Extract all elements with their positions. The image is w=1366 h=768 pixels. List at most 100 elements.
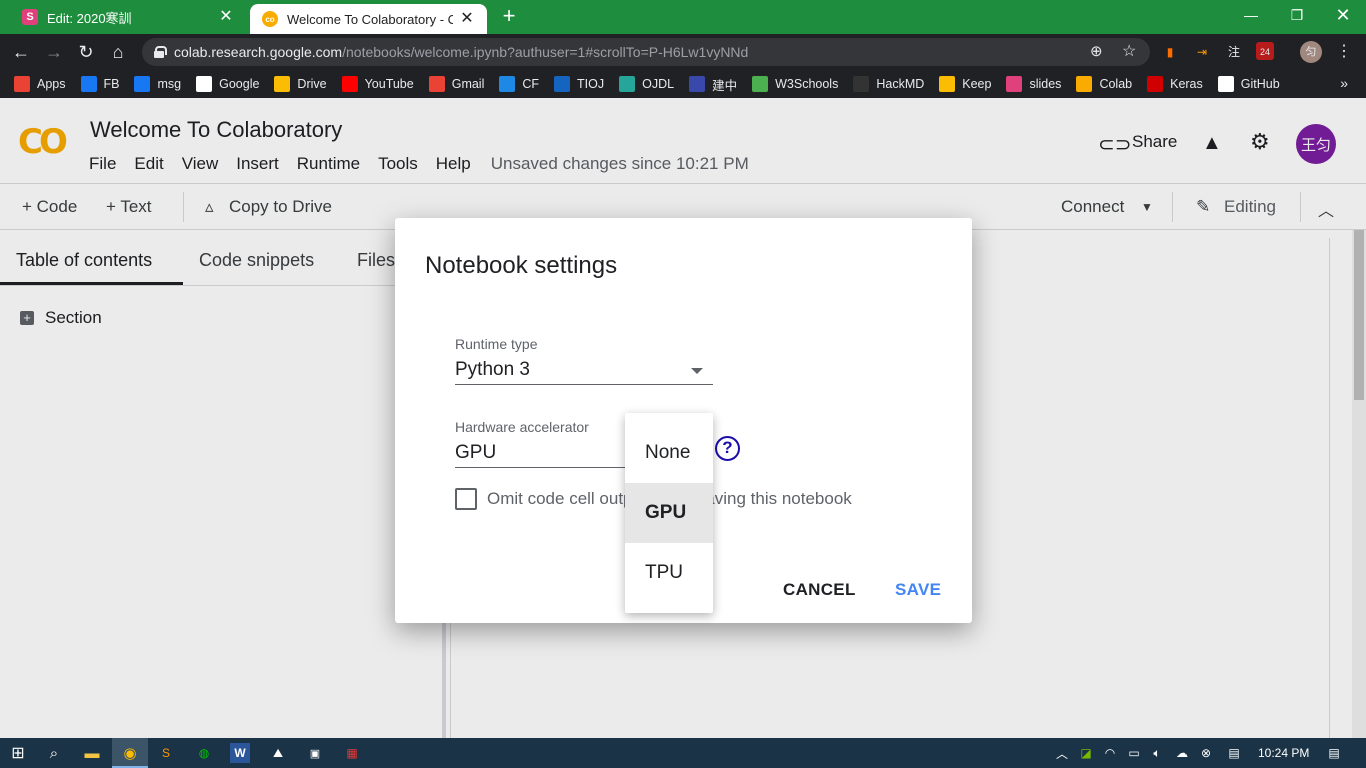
option-gpu[interactable]: GPU <box>625 483 713 543</box>
bookmark-tioj[interactable]: TIOJ <box>554 76 604 92</box>
bookmark-msg[interactable]: msg <box>134 76 181 92</box>
forward-icon[interactable]: → <box>42 40 66 64</box>
hardware-accelerator-select[interactable]: GPU <box>455 442 496 464</box>
close-icon[interactable]: ✕ <box>218 9 234 25</box>
amazon-extension-icon[interactable]: ⇥ <box>1192 42 1212 62</box>
volume-icon[interactable]: 🔈︎ <box>1147 743 1167 763</box>
bookmark-gmail[interactable]: Gmail <box>428 76 484 92</box>
runtime-type-select[interactable]: Python 3 <box>455 359 530 381</box>
bookmark-cf[interactable]: CF <box>499 76 539 92</box>
bookmark-colab[interactable]: Colab <box>1076 76 1132 92</box>
photos-icon[interactable]: ⛰ <box>268 743 288 763</box>
word-icon[interactable]: W <box>230 743 250 763</box>
option-tpu[interactable]: TPU <box>625 543 713 603</box>
windows-start-icon[interactable]: ⊞ <box>8 743 28 763</box>
cloud-icon[interactable]: ☁ <box>1172 743 1192 763</box>
tab-colab[interactable]: co Welcome To Colaboratory - Cola ✕ <box>250 4 487 34</box>
ime-icon[interactable]: ▤ <box>1224 743 1244 763</box>
accelerator-dropdown-menu: None GPU TPU <box>625 413 713 613</box>
app-icon[interactable]: ▦ <box>342 743 362 763</box>
bookmark-fb[interactable]: FB <box>80 76 119 92</box>
bookmark-icon <box>428 76 445 92</box>
sublime-icon[interactable]: S <box>156 743 176 763</box>
bookmark-apps[interactable]: Apps <box>14 76 66 92</box>
bookmark--[interactable]: 建中 <box>689 75 737 94</box>
bookmark-keras[interactable]: Keras <box>1147 76 1203 92</box>
bookmark-hackmd[interactable]: HackMD <box>853 76 924 92</box>
dialog-title: Notebook settings <box>425 252 618 279</box>
bookmark-google[interactable]: Google <box>196 76 259 92</box>
window-close-icon[interactable]: ✕ <box>1320 0 1366 30</box>
save-button[interactable]: SAVE <box>895 580 941 600</box>
back-icon[interactable]: ← <box>9 40 33 64</box>
url-path: /notebooks/welcome.ipynb?authuser=1#scro… <box>342 44 749 60</box>
minimize-icon[interactable]: — <box>1228 0 1274 30</box>
nvidia-icon[interactable]: ◪ <box>1076 743 1096 763</box>
bookmark-icon <box>80 76 97 92</box>
colab-favicon-icon: co <box>262 11 278 27</box>
bookmark-label: slides <box>1029 77 1062 91</box>
profile-avatar[interactable]: 匀 <box>1300 41 1322 63</box>
file-explorer-icon[interactable]: ▬ <box>82 743 102 763</box>
bookmark-youtube[interactable]: YouTube <box>341 76 414 92</box>
bookmark-icon <box>274 76 291 92</box>
ext-char-icon[interactable]: 注 <box>1224 42 1244 62</box>
browser-toolbar: ← → ↻ ⌂ colab.research.google.com /noteb… <box>0 34 1366 70</box>
dropdown-arrow-icon[interactable] <box>691 368 703 374</box>
menu-icon[interactable]: ⋮ <box>1334 42 1354 62</box>
help-icon[interactable]: ? <box>715 436 740 461</box>
line-icon[interactable]: ◍ <box>194 743 214 763</box>
reload-icon[interactable]: ↻ <box>74 40 98 64</box>
bookmark-icon <box>1076 76 1093 92</box>
zoom-icon[interactable]: ⊕ <box>1090 42 1103 60</box>
bookmark-label: msg <box>157 77 182 91</box>
bookmark-icon <box>619 76 636 92</box>
chrome-icon[interactable]: ◉ <box>120 743 140 763</box>
bookmarks-overflow-button[interactable]: » <box>1340 75 1348 91</box>
close-icon[interactable]: ✕ <box>459 11 475 27</box>
bookmark-label: CF <box>522 77 540 91</box>
url-host: colab.research.google.com <box>174 44 343 60</box>
bookmark-slides[interactable]: slides <box>1006 76 1061 92</box>
bookmark-label: Google <box>219 77 260 91</box>
wifi-icon[interactable]: ◠ <box>1100 743 1120 763</box>
bookmark-w3schools[interactable]: W3Schools <box>752 76 838 92</box>
restore-icon[interactable]: ❐ <box>1274 0 1320 30</box>
slides-favicon-icon: S <box>22 9 38 25</box>
star-icon[interactable]: ☆ <box>1122 41 1136 61</box>
option-none[interactable]: None <box>625 423 713 483</box>
terminal-icon[interactable]: ▣ <box>305 743 325 763</box>
bookmark-ojdl[interactable]: OJDL <box>619 76 674 92</box>
bookmark-keep[interactable]: Keep <box>939 76 991 92</box>
bookmark-icon <box>554 76 571 92</box>
tab-edit-2020[interactable]: S Edit: 2020寒訓 ✕ <box>10 0 246 34</box>
tab-title: Edit: 2020寒訓 <box>47 10 132 26</box>
bookmark-github[interactable]: GitHub <box>1217 76 1280 92</box>
bookmark-drive[interactable]: Drive <box>274 76 327 92</box>
office-extension-icon[interactable]: ▮ <box>1160 42 1180 62</box>
close-circle-icon[interactable]: ⊗ <box>1196 743 1216 763</box>
cancel-button[interactable]: CANCEL <box>783 580 856 600</box>
bookmark-label: Keras <box>1170 77 1203 91</box>
search-icon[interactable]: ⌕ <box>44 743 64 763</box>
windows-taskbar: ⊞ ⌕ ▬ ◉ S ◍ W ⛰ ▣ ▦ ︿ ◪ ◠ ▭ 🔈︎ ☁ ⊗ ▤ 10:… <box>0 738 1366 768</box>
new-tab-button[interactable]: + <box>497 5 521 29</box>
address-bar[interactable]: colab.research.google.com /notebooks/wel… <box>142 38 1150 66</box>
bookmark-label: YouTube <box>364 77 414 91</box>
runtime-type-label: Runtime type <box>455 336 538 352</box>
battery-icon[interactable]: ▭ <box>1124 743 1144 763</box>
bookmark-icon <box>853 76 870 92</box>
home-icon[interactable]: ⌂ <box>106 40 130 64</box>
bookmark-label: 建中 <box>712 78 738 93</box>
chevron-up-tray-icon[interactable]: ︿ <box>1052 743 1072 763</box>
bookmark-icon <box>196 76 213 92</box>
notification-icon[interactable]: ▤ <box>1324 743 1344 763</box>
ublock-icon[interactable]: 24 <box>1256 42 1274 60</box>
bookmark-icon <box>341 76 358 92</box>
omit-output-checkbox[interactable] <box>455 488 477 510</box>
bookmark-icon <box>499 76 516 92</box>
clock[interactable]: 10:24 PM <box>1258 746 1309 760</box>
bookmark-label: Colab <box>1099 77 1133 91</box>
bookmark-label: TIOJ <box>577 77 605 91</box>
bookmark-label: Drive <box>297 77 327 91</box>
